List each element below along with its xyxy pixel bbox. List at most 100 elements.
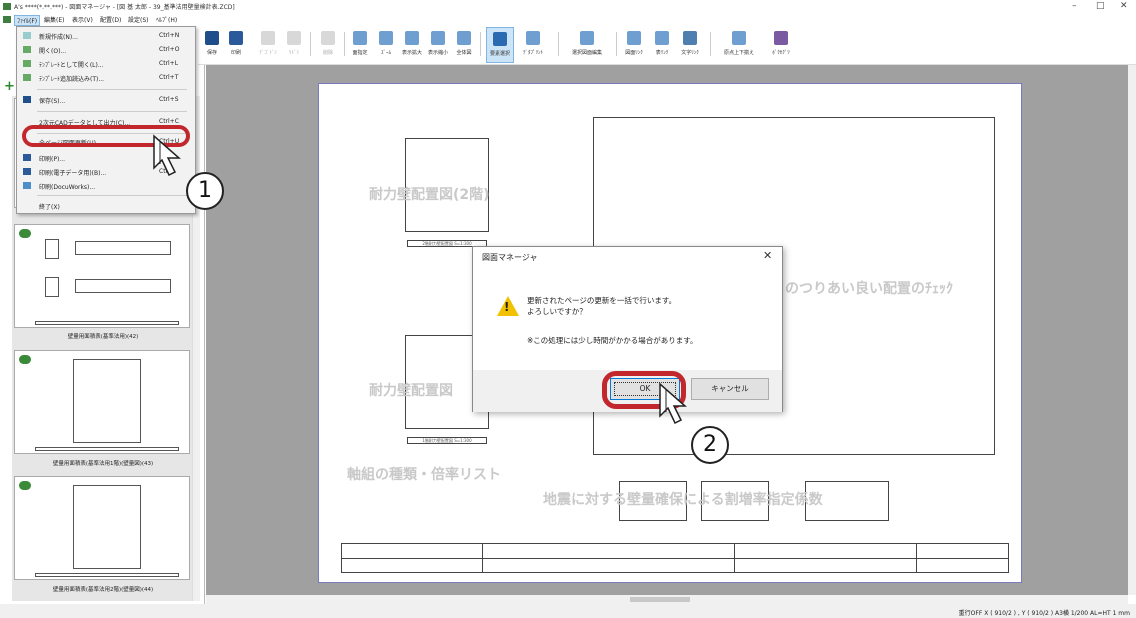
thumbnail-item[interactable]: 壁量用面積表(基準法用)(42) — [14, 224, 190, 340]
menu-settings[interactable]: 設定(S) — [128, 15, 149, 24]
toolbar: 保存 印刷 ﾃﾞｺﾞﾄﾞｼ ﾘﾄﾞｼ 削除 面指定 ｽﾞｰﾑ 表示拡大 表示縮小… — [198, 27, 1136, 65]
add-page-icon[interactable]: + — [4, 79, 15, 94]
toolbar-separator — [616, 32, 617, 56]
drawing-text: 地震に対する壁量確保による割増率指定係数 — [543, 492, 823, 508]
drawing-text: のつりあい良い配置のﾁｪｯｸ — [785, 281, 953, 297]
vertical-scrollbar[interactable] — [1128, 65, 1136, 595]
close-button[interactable]: ✕ — [1120, 1, 1128, 11]
title-bar: A's ****(*.**.***) - 図面マネージャ - [図 基 太郎 -… — [0, 0, 1136, 14]
data-print-button[interactable]: ﾃﾞﾀﾌﾟﾘﾝﾄ — [516, 27, 550, 63]
menu-separator — [37, 195, 187, 196]
cursor-icon — [493, 32, 507, 46]
menu-bar: ﾌｧｲﾙ(F) 編集(E) 表示(V) 配置(D) 設定(S) ﾍﾙﾌﾟ(H) — [0, 14, 1136, 26]
text-link-icon — [683, 31, 697, 45]
edit-drawing-icon — [580, 31, 594, 45]
area-select-button[interactable]: 面指定 — [348, 27, 372, 63]
align-icon — [732, 31, 746, 45]
drawing-link-button[interactable]: 図面ﾘﾝｸ — [620, 27, 648, 63]
dialog-message: 更新されたページの更新を一括で行います。 — [527, 296, 677, 305]
file-menu: 新規作成(N)... Ctrl+N 開く(O)... Ctrl+O ﾃﾝﾌﾟﾚｰﾄと… — [16, 26, 196, 214]
area-icon — [353, 31, 367, 45]
minimize-button[interactable]: – — [1072, 1, 1077, 11]
fit-all-button[interactable]: 全体図 — [452, 27, 476, 63]
maximize-button[interactable]: □ — [1096, 1, 1105, 11]
print-data-icon — [526, 31, 540, 45]
zoom-out-icon — [431, 31, 445, 45]
thumbnail-item[interactable]: 壁量用面積表(基準法用1階)(壁量図)(43) — [14, 350, 190, 467]
toolbar-separator — [310, 32, 311, 56]
dialog-close-button[interactable]: ✕ — [763, 249, 772, 262]
fit-icon — [457, 31, 471, 45]
toolbar-separator — [344, 32, 345, 56]
menu-edit[interactable]: 編集(E) — [44, 15, 64, 24]
misc-button[interactable]: ﾎﾞｸｾｸﾞﾂ — [766, 27, 796, 63]
save-icon — [205, 31, 219, 45]
dialog-message: よろしいですか？ — [527, 307, 587, 316]
toolbar-separator — [480, 32, 481, 56]
printer-icon — [23, 154, 31, 161]
select-element-button[interactable]: 要素選択 — [486, 27, 514, 63]
zoom-in-icon — [405, 31, 419, 45]
status-text: 重行OFF X ( 910/2 ) , Y ( 910/2 ) A3横 1/20… — [958, 610, 1130, 617]
menu-help[interactable]: ﾍﾙﾌﾟ(H) — [156, 15, 177, 24]
text-link-button[interactable]: 文字ﾘﾝｸ — [676, 27, 704, 63]
delete-icon — [321, 31, 335, 45]
page-badge-icon — [19, 229, 31, 238]
add-template-icon — [23, 74, 31, 81]
zoom-out-button[interactable]: 表示縮小 — [426, 27, 450, 63]
redo-icon — [287, 31, 301, 45]
step-callout: 2 — [691, 426, 729, 464]
menu-item-new[interactable]: 新規作成(N)... Ctrl+N — [17, 29, 195, 43]
undo-button[interactable]: ﾃﾞｺﾞﾄﾞｼ — [256, 27, 280, 63]
cancel-button[interactable]: キャンセル — [691, 378, 769, 400]
drawing-link-icon — [627, 31, 641, 45]
docuworks-icon — [23, 182, 31, 189]
menu-place[interactable]: 配置(D) — [100, 15, 121, 24]
drawing-text: 軸組の種類・倍率リスト — [347, 467, 501, 483]
save-icon — [23, 96, 31, 103]
printer-icon — [229, 31, 243, 45]
printer-icon — [23, 168, 31, 175]
toolbar-separator — [710, 32, 711, 56]
save-button[interactable]: 保存 — [200, 27, 224, 63]
open-icon — [23, 46, 31, 53]
drawing-text: 耐力壁配置図 — [369, 383, 453, 399]
menu-item-add-template[interactable]: ﾃﾝﾌﾟﾚｰﾄ追加読込み(T)... Ctrl+T — [17, 71, 195, 85]
redo-button[interactable]: ﾘﾄﾞｼ — [282, 27, 306, 63]
thumbnail-label: 壁量用面積表(基準法用2階)(壁量図)(44) — [52, 587, 154, 593]
menu-item-print-docuworks[interactable]: 印刷(DocuWorks)... — [17, 179, 195, 193]
menu-item-save[interactable]: 保存(S)... Ctrl+S — [17, 93, 195, 107]
template-icon — [23, 60, 31, 67]
new-icon — [23, 32, 31, 39]
doc-icon — [3, 16, 11, 23]
menu-view[interactable]: 表示(V) — [72, 15, 93, 24]
thumbnail-label: 壁量用面積表(基準法用1階)(壁量図)(43) — [52, 461, 154, 467]
app-icon — [3, 3, 11, 10]
zoom-in-button[interactable]: 表示拡大 — [400, 27, 424, 63]
window-title: A's ****(*.**.***) - 図面マネージャ - [図 基 太郎 -… — [14, 4, 235, 11]
menu-file[interactable]: ﾌｧｲﾙ(F) — [14, 15, 41, 26]
print-button[interactable]: 印刷 — [224, 27, 248, 63]
align-origin-button[interactable]: 原点上下揃え — [716, 27, 762, 63]
table-link-button[interactable]: 表ﾘﾝｸ — [648, 27, 676, 63]
status-bar: 重行OFF X ( 910/2 ) , Y ( 910/2 ) A3横 1/20… — [0, 604, 1136, 618]
drawing-caption: 1階耐力壁配置図 S=1:300 — [407, 437, 487, 444]
dialog-note: ※この処理には少し時間がかかる場合があります。 — [527, 336, 698, 345]
thumbnail-label: 壁量用面積表(基準法用)(42) — [67, 334, 139, 340]
title-block[interactable] — [341, 543, 1009, 573]
table-link-icon — [655, 31, 669, 45]
zoom-button[interactable]: ｽﾞｰﾑ — [374, 27, 398, 63]
step-callout: 1 — [186, 172, 224, 210]
menu-item-open-template[interactable]: ﾃﾝﾌﾟﾚｰﾄとして開く(L)... Ctrl+L — [17, 57, 195, 71]
thumbnail-item[interactable]: 壁量用面積表(基準法用2階)(壁量図)(44) — [14, 476, 190, 593]
page-badge-icon — [19, 355, 31, 364]
menu-item-open[interactable]: 開く(O)... Ctrl+O — [17, 43, 195, 57]
menu-item-exit[interactable]: 終了(X) — [17, 199, 195, 213]
menu-separator — [37, 111, 187, 112]
delete-button[interactable]: 削除 — [316, 27, 340, 63]
edit-selected-drawing-button[interactable]: 選択図面編集 — [564, 27, 610, 63]
page-badge-icon — [19, 481, 31, 490]
toolbar-separator — [558, 32, 559, 56]
misc-icon — [774, 31, 788, 45]
horizontal-scroll-thumb[interactable] — [630, 597, 690, 602]
